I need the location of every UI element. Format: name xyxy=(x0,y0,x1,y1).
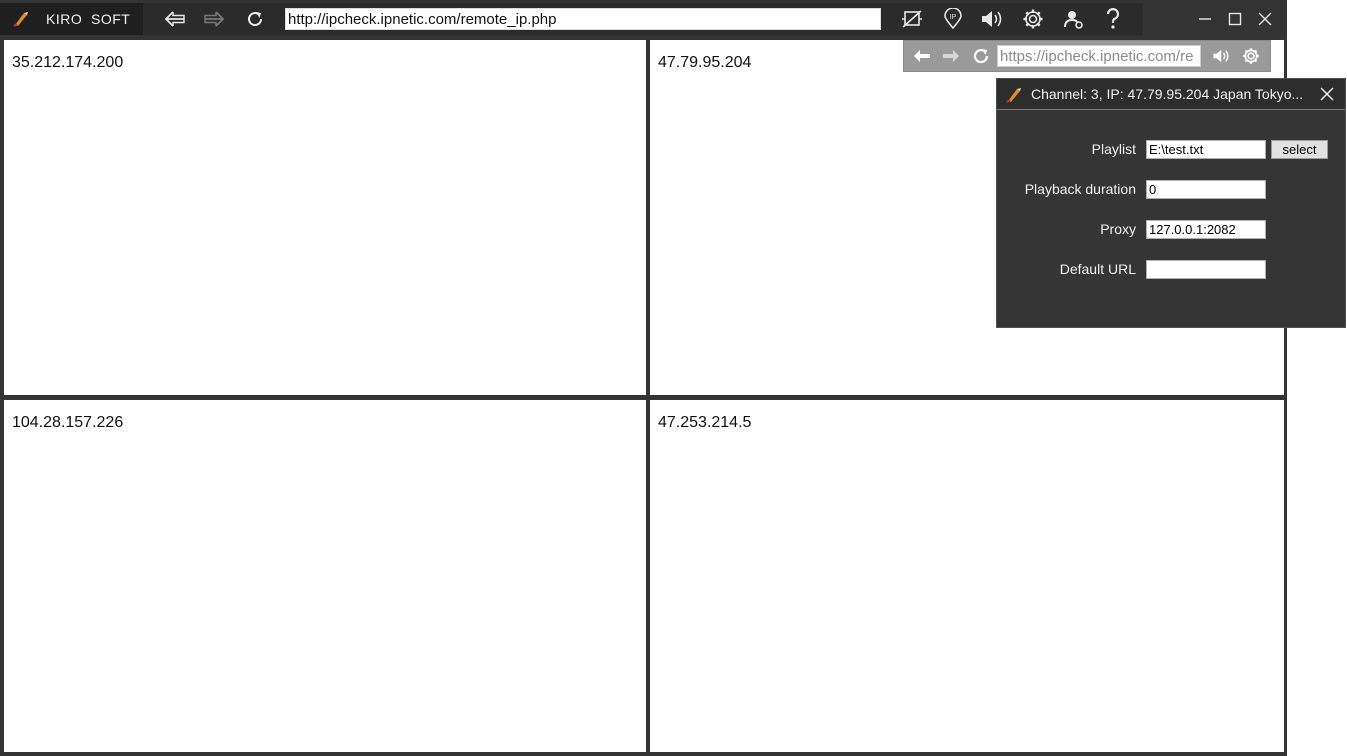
address-bar[interactable] xyxy=(285,8,881,30)
default-url-field[interactable] xyxy=(1146,260,1266,279)
speaker-icon[interactable] xyxy=(1211,47,1233,65)
maximize-icon[interactable] xyxy=(1226,10,1244,28)
browser-panel-1[interactable]: 35.212.174.200 xyxy=(4,40,646,395)
back-arrow-icon[interactable] xyxy=(163,9,187,29)
speaker-icon[interactable] xyxy=(980,8,1006,30)
browser-panel-4[interactable]: 47.253.214.5 xyxy=(650,400,1284,752)
quill-logo-icon xyxy=(1005,86,1023,104)
forward-arrow-icon[interactable] xyxy=(941,47,961,65)
refresh-icon[interactable] xyxy=(971,47,991,65)
close-icon[interactable] xyxy=(1319,86,1335,102)
panel-ip-text: 35.212.174.200 xyxy=(12,54,124,71)
playlist-label: Playlist xyxy=(1091,141,1136,157)
top-toolbar: KIRO SOFT IP xyxy=(0,0,1287,38)
minimize-icon[interactable] xyxy=(1196,10,1214,28)
gear-icon[interactable] xyxy=(1240,46,1262,66)
rotate-screen-icon[interactable] xyxy=(900,8,924,30)
svg-text:IP: IP xyxy=(950,14,957,21)
user-settings-icon[interactable] xyxy=(1062,8,1086,30)
close-icon[interactable] xyxy=(1256,10,1274,28)
panel-ip-text: 47.79.95.204 xyxy=(658,54,752,71)
back-arrow-icon[interactable] xyxy=(912,47,932,65)
panel-mini-toolbar xyxy=(903,40,1271,72)
playlist-field[interactable] xyxy=(1146,140,1266,159)
browser-panel-3[interactable]: 104.28.157.226 xyxy=(4,400,646,752)
ip-pin-icon[interactable]: IP xyxy=(941,8,965,30)
brand-area: KIRO SOFT xyxy=(0,3,143,35)
proxy-label: Proxy xyxy=(1100,221,1136,237)
quill-logo-icon xyxy=(12,10,30,28)
gear-icon[interactable] xyxy=(1021,8,1045,30)
panel-address-bar[interactable] xyxy=(997,45,1201,67)
panel-ip-text: 47.253.214.5 xyxy=(658,414,752,431)
refresh-icon[interactable] xyxy=(244,9,266,29)
playback-duration-label: Playback duration xyxy=(1024,181,1136,197)
brand-name: KIRO SOFT xyxy=(46,11,131,27)
channel-settings-dialog: Channel: 3, IP: 47.79.95.204 Japan Tokyo… xyxy=(996,78,1346,328)
forward-arrow-icon[interactable] xyxy=(202,9,226,29)
dialog-title-bar[interactable]: Channel: 3, IP: 47.79.95.204 Japan Tokyo… xyxy=(997,79,1345,110)
panel-ip-text: 104.28.157.226 xyxy=(12,414,124,431)
select-button[interactable]: select xyxy=(1271,140,1328,159)
dialog-title: Channel: 3, IP: 47.79.95.204 Japan Tokyo… xyxy=(1031,86,1304,102)
help-icon[interactable] xyxy=(1102,8,1124,30)
proxy-field[interactable] xyxy=(1146,220,1266,239)
playback-duration-field[interactable] xyxy=(1146,180,1266,199)
default-url-label: Default URL xyxy=(1059,261,1136,277)
